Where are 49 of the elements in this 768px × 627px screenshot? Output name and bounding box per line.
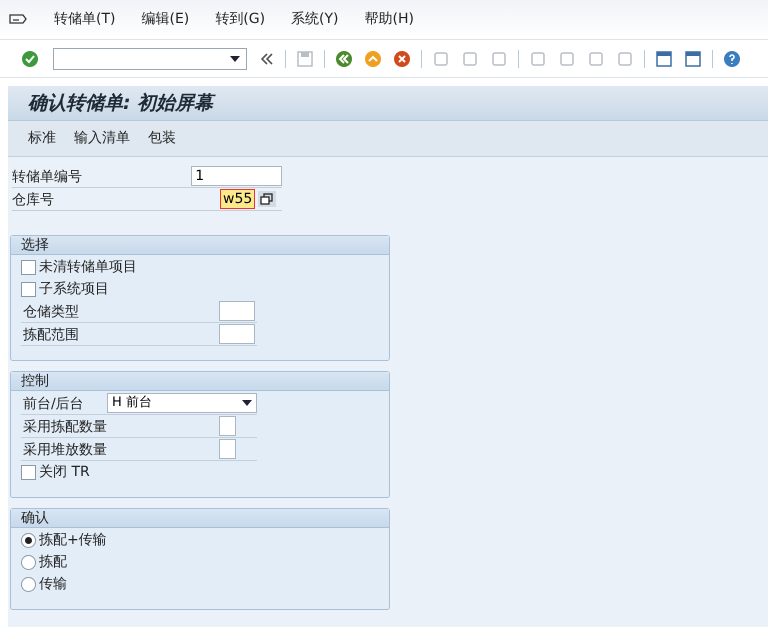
radio-button[interactable] (21, 554, 36, 570)
input-field[interactable] (219, 324, 255, 344)
toolbar-button[interactable]: 包装 (148, 128, 176, 149)
dropdown[interactable]: H 前台 (107, 393, 257, 413)
field-label: 前台/后台 (23, 396, 84, 412)
group-title: 选择 (21, 236, 49, 254)
shortcut-icon[interactable] (683, 48, 703, 68)
field-label: 传输 (39, 574, 67, 594)
menu-item[interactable]: 转储单(T) (54, 9, 116, 30)
input-field[interactable] (219, 439, 236, 459)
input-field[interactable]: w55 (220, 189, 256, 209)
field-label: 仓库号 (12, 192, 54, 208)
field-label: 仓储类型 (23, 304, 79, 320)
checkbox[interactable] (21, 282, 36, 296)
menu-item[interactable]: 帮助(H) (364, 9, 414, 30)
field-label: 拣配 (39, 552, 67, 572)
field-label: 拣配范围 (23, 327, 79, 343)
checkbox[interactable] (21, 464, 36, 480)
new-window-icon[interactable] (654, 48, 674, 68)
toolbar-button[interactable]: 输入清单 (74, 128, 130, 149)
menu-item[interactable]: 系统(Y) (291, 9, 339, 30)
field-label: 未清转储单项目 (39, 258, 137, 276)
caret-icon (242, 400, 252, 406)
field-label: 子系统项目 (39, 280, 109, 298)
menu-item[interactable]: 编辑(E) (141, 9, 190, 30)
radio-button[interactable] (21, 532, 36, 548)
field-label: 关闭 TR (39, 462, 90, 482)
radio-button[interactable] (21, 576, 36, 592)
field-label: 采用堆放数量 (23, 442, 107, 458)
screen-title: 确认转储单: 初始屏幕 (28, 88, 214, 118)
caret-icon (230, 56, 240, 62)
input-field[interactable] (219, 416, 236, 436)
input-field[interactable]: 1 (191, 166, 282, 186)
input-field[interactable] (219, 301, 255, 321)
menu-item[interactable]: 转到(G) (215, 9, 266, 30)
value-help-icon[interactable] (257, 190, 278, 208)
group-title: 确认 (21, 508, 49, 528)
exit-icon[interactable] (363, 48, 383, 68)
field-label: 采用拣配数量 (23, 419, 107, 435)
checkbox[interactable] (21, 260, 36, 274)
field-label: 转储单编号 (12, 169, 82, 185)
command-field[interactable] (53, 48, 247, 70)
check-icon[interactable] (20, 48, 40, 68)
back-icon[interactable] (334, 48, 354, 68)
toolbar-button[interactable]: 标准 (28, 128, 56, 149)
cancel-icon[interactable] (392, 48, 412, 68)
group-title: 控制 (21, 372, 49, 390)
help-icon[interactable] (722, 48, 742, 68)
field-label: 拣配+传输 (39, 530, 107, 550)
